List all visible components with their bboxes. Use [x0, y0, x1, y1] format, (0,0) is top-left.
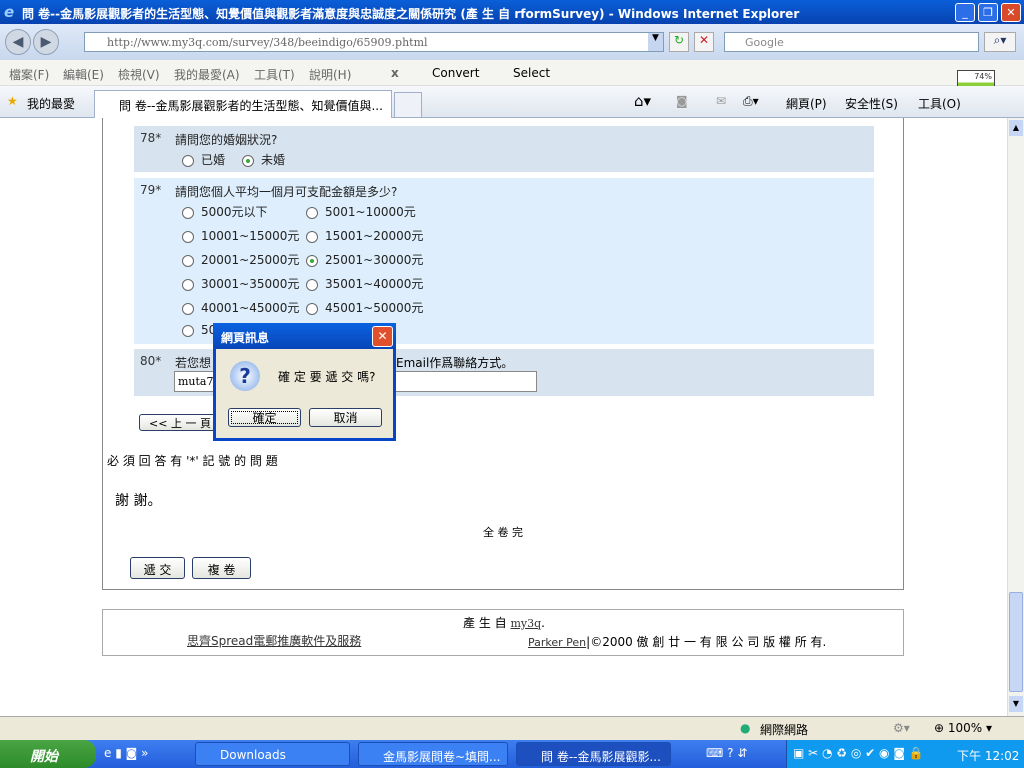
my3q-link[interactable]: my3q	[510, 617, 541, 630]
tab-bar: ★ 我的最愛 問 卷--金馬影展觀影者的生活型態、知覺價值與... ⌂▾ ◙ ✉…	[0, 86, 1024, 118]
search-input[interactable]: Google	[724, 32, 979, 52]
task-ie-2[interactable]: 問 卷--金馬影展觀影...	[516, 742, 671, 766]
question-78: 78* 請問您的婚姻狀況? 已婚 未婚	[134, 126, 874, 172]
window-title: 問 卷--金馬影展觀影者的生活型態、知覺價值與觀影者滿意度與忠誠度之關係研究 (…	[22, 7, 800, 21]
stop-button[interactable]: ✕	[694, 32, 714, 52]
minimize-button[interactable]: _	[955, 3, 975, 22]
end-text: 全 卷 完	[483, 526, 523, 539]
task-ie-1[interactable]: 金馬影展問卷~填問...	[358, 742, 508, 766]
start-button[interactable]: 開始	[0, 740, 96, 768]
system-tray: ▣ ✂ ◔ ♻ ◎ ✔ ◉ ◙ 🔒 下午 12:02	[786, 740, 1024, 768]
address-dropdown[interactable]: ▼	[648, 33, 663, 51]
safety-menu[interactable]: 安全性(S)	[845, 95, 898, 112]
tab-active[interactable]: 問 卷--金馬影展觀影者的生活型態、知覺價值與...	[94, 90, 392, 118]
dialog-cancel-button[interactable]: 取消	[309, 408, 382, 427]
convert-button[interactable]: Convert	[432, 66, 479, 80]
mail-icon[interactable]: ✉	[716, 94, 726, 108]
radio-option-selected[interactable]: 25001~30000元	[306, 251, 423, 268]
thanks-text: 謝 謝。	[115, 493, 162, 509]
required-note: 必 須 回 答 有 '*' 記 號 的 問 題	[107, 454, 278, 468]
menu-view[interactable]: 檢視(V)	[118, 66, 160, 83]
spread-link[interactable]: 思齊Spread電郵推廣軟件及服務	[187, 632, 361, 649]
language-icons[interactable]: ⌨ ? ⇵	[706, 746, 747, 760]
clock: 下午 12:02	[957, 749, 1020, 763]
status-bar: ● 網際網路 ⚙▾ ⊕ 100% ▾	[0, 716, 1024, 740]
tools-menu[interactable]: 工具(O)	[918, 95, 961, 112]
star-icon: ★	[7, 94, 18, 108]
confirm-dialog: 網頁訊息 ✕ ? 確 定 要 遞 交 嗎? 確定 取消	[213, 323, 396, 441]
address-input[interactable]: http://www.my3q.com/survey/348/beeindigo…	[84, 32, 664, 52]
dialog-ok-button[interactable]: 確定	[228, 408, 301, 427]
menu-file[interactable]: 檔案(F)	[9, 66, 49, 83]
forward-button[interactable]: ▶	[33, 29, 59, 55]
page-menu[interactable]: 網頁(P)	[786, 95, 827, 112]
favorites-button[interactable]: 我的最愛	[27, 95, 75, 112]
question-icon: ?	[230, 361, 260, 391]
radio-option[interactable]: 45001~50000元	[306, 299, 423, 316]
menu-bar: 檔案(F) 編輯(E) 檢視(V) 我的最愛(A) 工具(T) 說明(H) x …	[0, 60, 1024, 110]
refresh-button[interactable]: ↻	[669, 32, 689, 52]
scroll-thumb[interactable]	[1009, 592, 1023, 692]
dialog-title: 網頁訊息	[213, 323, 396, 349]
radio-option[interactable]: 15001~20000元	[306, 227, 423, 244]
page-content: 78* 請問您的婚姻狀況? 已婚 未婚 79* 請問您個人平均一個月可支配金額是…	[0, 118, 1007, 716]
radio-married[interactable]: 已婚	[182, 151, 225, 168]
quicklaunch-icons[interactable]: e ▮ ◙ »	[104, 746, 148, 760]
radio-option[interactable]: 5001~10000元	[306, 203, 416, 220]
radio-option[interactable]: 50	[182, 323, 216, 337]
radio-option[interactable]: 30001~35000元	[182, 275, 299, 292]
parker-pen-link[interactable]: Parker Pen	[528, 636, 586, 649]
new-tab-button[interactable]	[394, 92, 422, 118]
question-79: 79* 請問您個人平均一個月可支配金額是多少? 5000元以下 5001~100…	[134, 178, 874, 344]
tray-icons[interactable]: ▣ ✂ ◔ ♻ ◎ ✔ ◉ ◙ 🔒	[793, 746, 924, 760]
footer: 產 生 自 my3q. 思齊Spread電郵推廣軟件及服務 Parker Pen…	[102, 609, 904, 656]
address-row: ◀ ▶ http://www.my3q.com/survey/348/beein…	[0, 24, 1024, 60]
prev-page-button[interactable]: << 上 一 頁	[139, 414, 221, 431]
select-button[interactable]: Select	[513, 66, 550, 80]
toolbar-close-button[interactable]: x	[391, 66, 399, 80]
radio-option[interactable]: 35001~40000元	[306, 275, 423, 292]
menu-tools[interactable]: 工具(T)	[254, 66, 295, 83]
zone-text: 網際網路	[760, 723, 809, 737]
submit-button[interactable]: 遞 交	[130, 557, 185, 579]
menu-help[interactable]: 說明(H)	[309, 66, 351, 83]
radio-single[interactable]: 未婚	[242, 151, 285, 168]
protected-mode-icon[interactable]: ⚙▾	[893, 721, 910, 735]
restore-button[interactable]: ❐	[978, 3, 998, 22]
taskbar: 開始 e ▮ ◙ » Downloads 金馬影展問卷~填問... 問 卷--金…	[0, 740, 1024, 768]
scroll-down-button[interactable]: ▼	[1009, 696, 1023, 712]
dialog-message: 確 定 要 遞 交 嗎?	[278, 370, 376, 384]
back-button[interactable]: ◀	[5, 29, 31, 55]
vertical-scrollbar[interactable]: ▲ ▼	[1007, 118, 1024, 716]
radio-option[interactable]: 10001~15000元	[182, 227, 299, 244]
scroll-up-button[interactable]: ▲	[1009, 120, 1023, 136]
home-icon[interactable]: ⌂▾	[634, 92, 651, 110]
dialog-close-button[interactable]: ✕	[372, 326, 393, 347]
radio-option[interactable]: 40001~45000元	[182, 299, 299, 316]
close-button[interactable]: ✕	[1001, 3, 1021, 22]
feeds-icon[interactable]: ◙	[676, 94, 688, 108]
menu-favorites[interactable]: 我的最愛(A)	[174, 66, 240, 83]
copy-button[interactable]: 複 卷	[192, 557, 251, 579]
title-bar: e 問 卷--金馬影展觀影者的生活型態、知覺價值與觀影者滿意度與忠誠度之關係研究…	[0, 0, 1024, 24]
menu-edit[interactable]: 編輯(E)	[63, 66, 104, 83]
zoom-button[interactable]: ⊕ 100% ▾	[934, 721, 992, 735]
globe-icon: ●	[740, 721, 751, 735]
radio-option[interactable]: 5000元以下	[182, 203, 268, 220]
search-button[interactable]: ⌕▾	[984, 32, 1016, 52]
radio-option[interactable]: 20001~25000元	[182, 251, 299, 268]
ie-icon: e	[4, 3, 15, 21]
task-downloads[interactable]: Downloads	[195, 742, 350, 766]
print-icon[interactable]: ⎙▾	[743, 94, 759, 109]
